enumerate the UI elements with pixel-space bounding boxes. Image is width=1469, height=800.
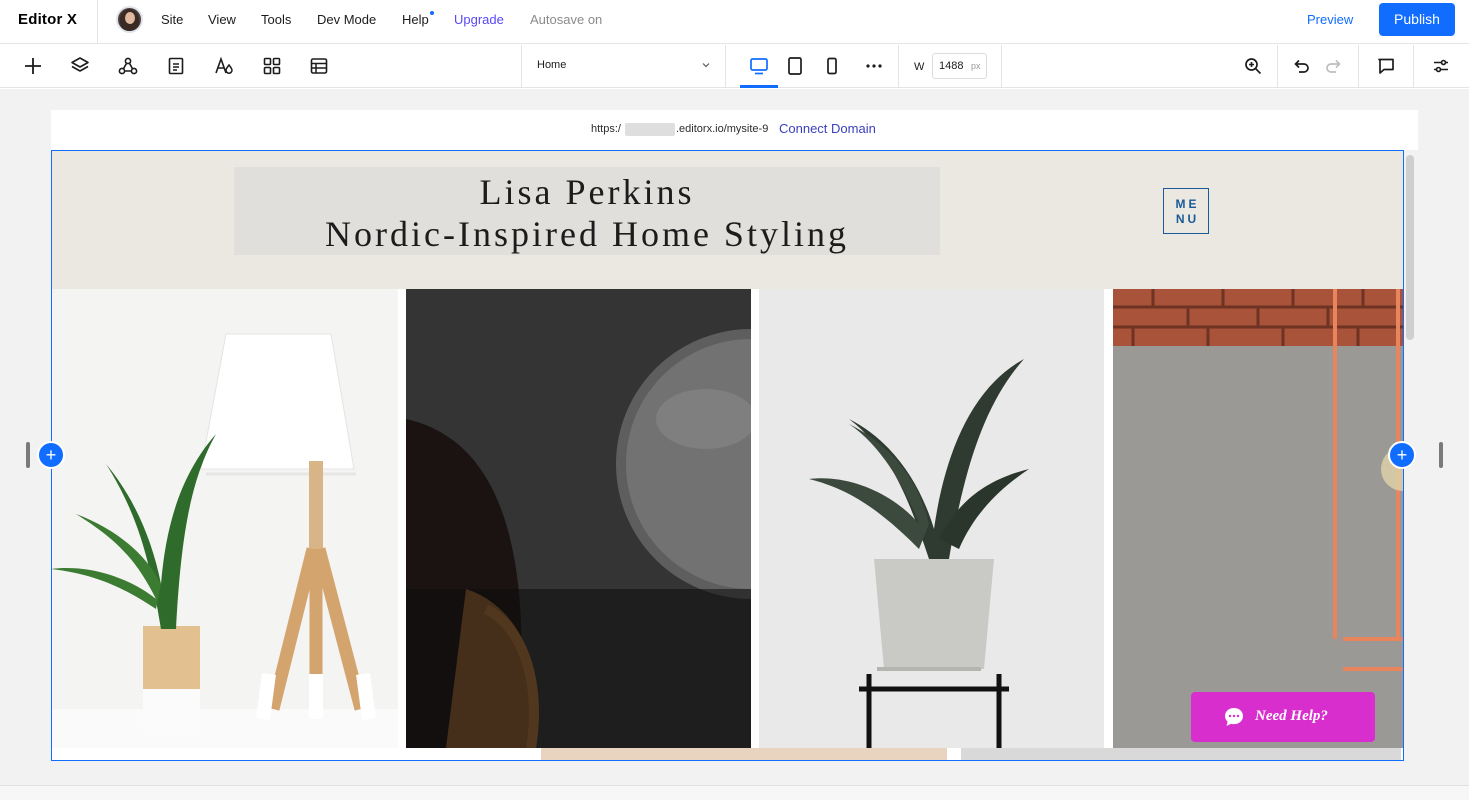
gallery-row-strip	[961, 748, 1401, 761]
need-help-label: Need Help?	[1255, 708, 1328, 724]
editor-logo: Editor X	[18, 11, 78, 28]
menu-dev-mode[interactable]: Dev Mode	[317, 12, 376, 27]
menu-tools[interactable]: Tools	[261, 12, 291, 27]
divider	[725, 45, 726, 88]
divider	[1277, 45, 1278, 88]
site-header[interactable]: Lisa Perkins Nordic-Inspired Home Stylin…	[51, 150, 1404, 289]
need-help-chat-button[interactable]: Need Help?	[1191, 692, 1375, 742]
gallery-image-lamp[interactable]	[51, 289, 398, 748]
site-title: Lisa Perkins	[479, 172, 695, 212]
page-selector-value: Home	[537, 59, 567, 71]
menu-help[interactable]: Help	[402, 12, 429, 27]
gallery-image-plant[interactable]	[759, 289, 1104, 748]
menu-site[interactable]: Site	[161, 12, 183, 27]
more-options-icon[interactable]	[863, 55, 885, 77]
add-section-left-button[interactable]: +	[37, 441, 65, 469]
desktop-icon[interactable]	[748, 55, 770, 77]
redo-icon[interactable]	[1323, 55, 1345, 77]
chat-bubble-icon	[1225, 708, 1243, 726]
comments-icon[interactable]	[1375, 55, 1397, 77]
menu-label-bottom: NU	[1175, 212, 1200, 226]
site-title-box[interactable]: Lisa Perkins Nordic-Inspired Home Stylin…	[234, 167, 940, 255]
divider	[521, 45, 522, 88]
avatar-face	[125, 12, 135, 24]
divider	[898, 45, 899, 88]
right-resize-handle[interactable]	[1439, 442, 1443, 468]
bottom-strip	[0, 785, 1469, 800]
add-icon[interactable]	[22, 55, 44, 77]
pages-icon[interactable]	[165, 55, 187, 77]
url-prefix: https:/	[591, 123, 621, 135]
zoom-icon[interactable]	[1242, 55, 1264, 77]
canvas-scrollbar[interactable]	[1406, 155, 1414, 340]
top-menu-bar: Editor X Site View Tools Dev Mode Help U…	[0, 0, 1469, 44]
upgrade-link[interactable]: Upgrade	[454, 12, 504, 27]
cms-table-icon[interactable]	[308, 55, 330, 77]
tablet-icon[interactable]	[784, 55, 806, 77]
editor-window: Editor X Site View Tools Dev Mode Help U…	[0, 0, 1469, 800]
divider	[97, 0, 98, 44]
site-preview[interactable]: Lisa Perkins Nordic-Inspired Home Stylin…	[51, 150, 1404, 761]
apps-icon[interactable]	[261, 55, 283, 77]
theme-icon[interactable]	[213, 55, 235, 77]
site-tagline: Nordic-Inspired Home Styling	[325, 214, 849, 254]
undo-icon[interactable]	[1290, 55, 1312, 77]
url-redacted	[625, 123, 675, 136]
active-breakpoint-indicator	[740, 85, 778, 88]
width-unit: px	[971, 61, 981, 71]
width-label: W	[914, 61, 925, 73]
site-menu-button[interactable]: ME NU	[1163, 188, 1209, 234]
menu-label-top: ME	[1175, 197, 1200, 211]
connect-domain-link[interactable]: Connect Domain	[779, 121, 876, 136]
settings-sliders-icon[interactable]	[1430, 55, 1452, 77]
gallery-image-copper-lamp[interactable]	[1113, 289, 1404, 748]
preview-button[interactable]: Preview	[1307, 12, 1353, 27]
avatar[interactable]	[116, 6, 143, 33]
page-selector[interactable]: Home	[523, 45, 723, 88]
help-notification-dot	[430, 11, 434, 15]
add-section-right-button[interactable]: +	[1388, 441, 1416, 469]
chevron-down-icon	[702, 63, 710, 68]
divider	[1358, 45, 1359, 88]
gallery-row-strip	[51, 748, 541, 761]
divider	[1001, 45, 1002, 88]
publish-button[interactable]: Publish	[1379, 3, 1455, 36]
left-resize-handle[interactable]	[26, 442, 30, 468]
menu-view[interactable]: View	[208, 12, 236, 27]
width-input[interactable]: 1488 px	[932, 53, 987, 79]
divider	[1413, 45, 1414, 88]
width-value: 1488	[939, 60, 964, 72]
gallery-image-speaker[interactable]	[406, 289, 751, 748]
url-domain: .editorx.io/mysite-9	[676, 123, 769, 135]
connections-icon[interactable]	[117, 55, 139, 77]
mobile-icon[interactable]	[821, 55, 843, 77]
layers-icon[interactable]	[69, 55, 91, 77]
editor-toolbar: Home W 1488 px	[0, 45, 1469, 88]
gallery-row-strip	[541, 748, 947, 761]
autosave-status: Autosave on	[530, 12, 603, 27]
